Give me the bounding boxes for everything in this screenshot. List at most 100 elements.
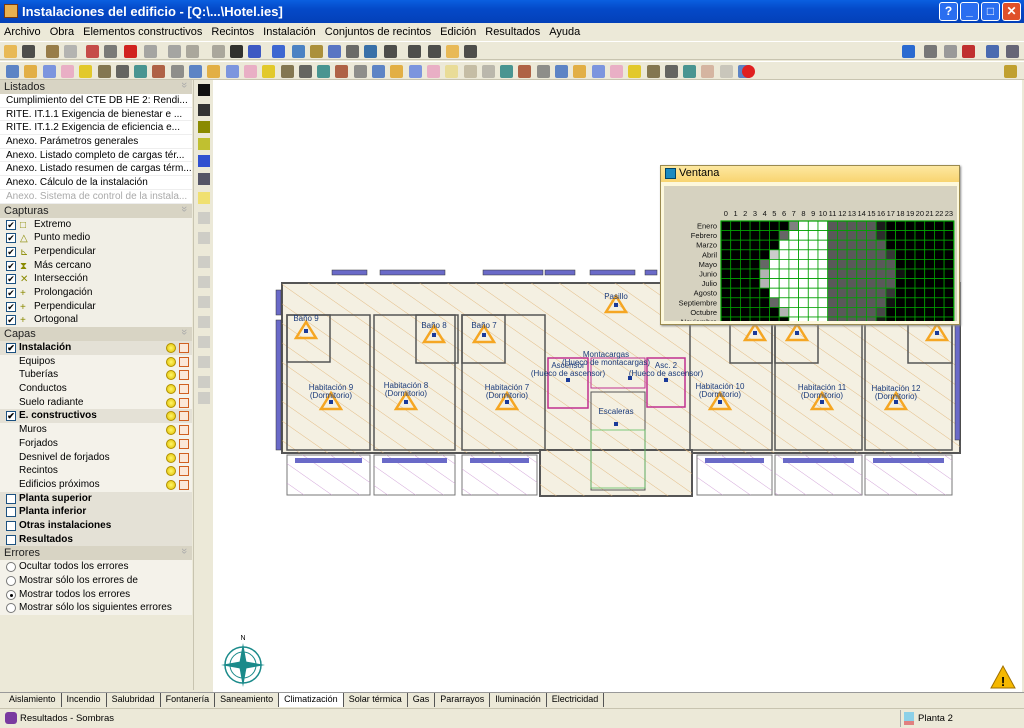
visibility-bulb-icon[interactable] (166, 356, 176, 367)
layer-item[interactable]: ✔ E. constructivos (0, 409, 192, 424)
listado-item[interactable]: Anexo. Parámetros generales (0, 135, 192, 149)
visibility-bulb-icon[interactable] (166, 452, 176, 463)
toolbar-button[interactable] (64, 45, 77, 58)
toolbar-button[interactable] (225, 65, 239, 78)
vertical-tool-button[interactable] (198, 212, 210, 224)
checkbox[interactable]: ✔ (6, 411, 16, 422)
checkbox[interactable] (6, 520, 16, 531)
checkbox[interactable]: ✔ (6, 343, 16, 353)
radio-button[interactable] (6, 562, 16, 573)
visibility-bulb-icon[interactable] (166, 466, 176, 477)
toolbar-button[interactable] (317, 65, 331, 78)
snap-option[interactable]: ✔ △ Punto medio (0, 231, 192, 245)
shadow-popup[interactable]: Ventana 0 1 2 3 4 5 6 7 8 9 10 11 12 13 14 15 16 17 18 19 20… (660, 165, 960, 337)
toolbar-button[interactable] (207, 65, 221, 78)
listado-item[interactable]: Anexo. Listado completo de cargas tér... (0, 149, 192, 163)
checkbox[interactable]: ✔ (6, 287, 16, 298)
checkbox[interactable]: ✔ (6, 301, 16, 312)
menu-elementos-constructivos[interactable]: Elementos constructivos (83, 26, 202, 38)
listados-header[interactable]: Listados (0, 80, 192, 94)
3d-cube-icon[interactable] (179, 452, 189, 463)
snap-option[interactable]: ✔ □ Extremo (0, 217, 192, 232)
vertical-tool-button[interactable] (198, 356, 210, 368)
toolbar-button[interactable] (262, 65, 276, 78)
toolbar-button[interactable] (42, 65, 56, 78)
toolbar-button[interactable] (310, 45, 323, 58)
layer-item[interactable]: ✔ Instalación (0, 341, 192, 355)
menu-conjuntos-de-recintos[interactable]: Conjuntos de recintos (325, 26, 431, 38)
checkbox[interactable] (6, 493, 16, 504)
vertical-tool-button[interactable] (198, 376, 210, 388)
toolbar-button[interactable] (446, 45, 459, 58)
layer-item[interactable]: Muros (0, 423, 192, 437)
toolbar-button[interactable] (335, 65, 349, 78)
warning-icon[interactable]: ! (990, 664, 1016, 689)
toolbar-button[interactable] (353, 65, 367, 78)
snap-option[interactable]: ✔ ⧗ Más cercano (0, 258, 192, 273)
toolbar-button[interactable] (986, 45, 999, 58)
layer-item[interactable]: Tuberías (0, 368, 192, 383)
toolbar-button[interactable] (372, 65, 385, 78)
checkbox[interactable]: ✔ (6, 260, 16, 271)
snap-option[interactable]: ✔ + Ortogonal (0, 313, 192, 327)
vertical-tool-button[interactable] (198, 256, 210, 268)
tab-electricidad[interactable]: Electricidad (547, 693, 605, 707)
toolbar-button[interactable] (962, 45, 975, 58)
toolbar-button[interactable] (384, 45, 397, 58)
layer-item[interactable]: Equipos (0, 354, 192, 369)
checkbox[interactable]: ✔ (6, 219, 16, 230)
vertical-tool-button[interactable] (198, 155, 210, 167)
layer-item[interactable]: Recintos (0, 464, 192, 478)
capas-header[interactable]: Capas (0, 327, 192, 341)
visibility-bulb-icon[interactable] (166, 479, 176, 490)
layer-item[interactable]: Planta superior (0, 491, 192, 506)
vertical-tool-button[interactable] (198, 276, 210, 288)
tab-saneamiento[interactable]: Saneamiento (215, 693, 280, 707)
toolbar-button[interactable] (6, 65, 19, 78)
tab-fontanería[interactable]: Fontanería (161, 693, 216, 707)
toolbar-button[interactable] (79, 65, 93, 78)
radio-button[interactable] (6, 603, 16, 614)
tab-aislamiento[interactable]: Aislamiento (4, 693, 62, 707)
radio-button[interactable] (6, 589, 16, 600)
tab-salubridad[interactable]: Salubridad (107, 693, 161, 707)
vertical-tool-button[interactable] (198, 84, 210, 96)
menu-edición[interactable]: Edición (440, 26, 476, 38)
vertical-tool-button[interactable] (198, 232, 210, 244)
error-option[interactable]: Mostrar sólo los errores de introducción… (0, 574, 192, 599)
3d-cube-icon[interactable] (179, 438, 189, 449)
3d-cube-icon[interactable] (179, 356, 189, 367)
toolbar-button[interactable] (243, 65, 257, 78)
vertical-tool-button[interactable] (198, 104, 210, 116)
visibility-bulb-icon[interactable] (166, 411, 176, 422)
error-option[interactable]: Ocultar todos los errores (0, 560, 192, 574)
listado-item[interactable]: Anexo. Cálculo de la instalación (0, 176, 192, 190)
menu-ayuda[interactable]: Ayuda (549, 26, 580, 38)
listado-item[interactable]: RITE. IT.1.2 Exigencia de eficiencia e..… (0, 121, 192, 136)
tab-incendio[interactable]: Incendio (62, 693, 107, 707)
checkbox[interactable]: ✔ (6, 274, 16, 285)
checkbox[interactable]: ✔ (6, 233, 16, 244)
toolbar-button[interactable] (134, 65, 148, 78)
toolbar-button[interactable] (60, 65, 74, 78)
toolbar-button[interactable] (272, 45, 285, 58)
toolbar-button[interactable] (4, 45, 17, 58)
toolbar-button[interactable] (248, 45, 261, 58)
listado-item[interactable]: Cumplimiento del CTE DB HE 2: Rendi... (0, 94, 192, 108)
vertical-tool-button[interactable] (198, 121, 210, 133)
checkbox[interactable] (6, 507, 16, 518)
visibility-bulb-icon[interactable] (166, 425, 176, 436)
toolbar-button[interactable] (573, 65, 587, 78)
toolbar-button[interactable] (46, 45, 59, 58)
toolbar-button[interactable] (328, 45, 341, 58)
checkbox[interactable]: ✔ (6, 315, 16, 326)
menu-recintos[interactable]: Recintos (211, 26, 254, 38)
toolbar-button[interactable] (86, 45, 99, 58)
layer-item[interactable]: Conductos (0, 382, 192, 396)
toolbar-button[interactable] (97, 65, 111, 78)
toolbar-button[interactable] (426, 65, 440, 78)
snap-option[interactable]: ✔ + Prolongación (0, 285, 192, 300)
visibility-bulb-icon[interactable] (166, 397, 176, 408)
visibility-bulb-icon[interactable] (166, 384, 176, 395)
toolbar-button[interactable] (628, 65, 642, 78)
